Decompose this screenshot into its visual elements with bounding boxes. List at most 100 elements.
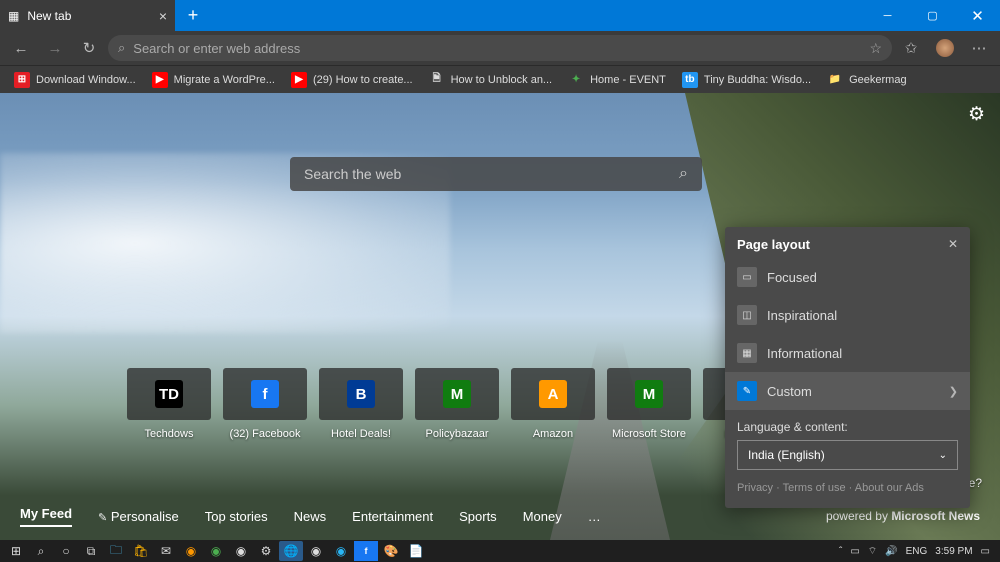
bookmark-item[interactable]: tbTiny Buddha: Wisdo... [676,72,817,88]
feed-tab[interactable]: Entertainment [352,509,433,524]
quick-link-tile[interactable]: AAmazon [511,368,595,440]
bookmark-favicon: ▶ [152,72,168,88]
tray-lang[interactable]: ENG [906,546,928,557]
bookmark-label: Download Window... [36,74,136,86]
quick-links-tiles: TDTechdowsf(32) Facebook B Hotel Deals! MPo… [127,368,787,440]
bookmark-label: (29) How to create... [313,74,413,86]
feed-tab[interactable]: Money [523,509,562,524]
bookmark-item[interactable]: ✦Home - EVENT [562,72,672,88]
bookmark-item[interactable]: 📁 Geekermag [821,72,912,88]
page-settings-button[interactable]: ⚙ [968,103,985,126]
app-icon[interactable]: 🛍 [129,541,153,561]
app-icon[interactable]: ◉ [204,541,228,561]
minimize-button[interactable]: ─ [865,0,910,31]
layout-option-label: Custom [767,384,812,399]
favorites-icon[interactable]: ✩ [896,34,926,62]
tile-label: Amazon [533,428,573,440]
app-icon[interactable]: 📄 [404,541,428,561]
app-icon[interactable]: ✉ [154,541,178,561]
tray-chevron-icon[interactable]: ˆ [839,546,842,557]
app-icon[interactable]: ⚙ [254,541,278,561]
panel-close-button[interactable]: ✕ [948,237,958,252]
close-window-button[interactable]: ✕ [955,0,1000,31]
feed-tab[interactable]: My Feed [20,506,72,527]
language-value: India (English) [748,448,825,462]
quick-link-tile[interactable]: f(32) Facebook [223,368,307,440]
layout-option-focused[interactable]: ▭Focused [725,258,970,296]
title-bar: ▦ New tab × + ─ ▢ ✕ [0,0,1000,31]
ads-link[interactable]: About our Ads [855,482,924,494]
privacy-link[interactable]: Privacy [737,482,773,494]
new-tab-page: ⚙ Search the web ⌕ TDTechdowsf(32) Faceb… [0,93,1000,540]
layout-option-inspirational[interactable]: ◫Inspirational [725,296,970,334]
start-button[interactable]: ⊞ [4,541,28,561]
tile-label: Hotel Deals! [331,428,391,440]
tile-icon: B [347,380,375,408]
language-select[interactable]: India (English) ⌄ [737,440,958,470]
bookmark-label: Geekermag [849,74,906,86]
layout-option-custom[interactable]: ✎Custom❯ [725,372,970,410]
bookmarks-bar: ⊞Download Window...▶Migrate a WordPre...… [0,65,1000,93]
new-tab-button[interactable]: + [175,0,211,31]
quick-link-tile[interactable]: MPolicybazaar [415,368,499,440]
web-search-box[interactable]: Search the web ⌕ [290,157,702,191]
quick-link-tile[interactable]: B Hotel Deals! [319,368,403,440]
refresh-button[interactable]: ↻ [74,34,104,62]
feed-more-button[interactable]: … [588,509,601,524]
volume-icon[interactable]: 🔊 [885,546,897,557]
tab-favicon: ▦ [8,9,19,23]
tray-time[interactable]: 3:59 PM [935,546,972,557]
cortana-icon[interactable]: ○ [54,541,78,561]
feed-tab[interactable]: Top stories [205,509,268,524]
layout-option-label: Informational [767,346,842,361]
layout-option-label: Focused [767,270,817,285]
edit-icon: ✎ [98,512,107,524]
wifi-icon[interactable]: ⌔ [868,545,877,558]
favorite-star-icon[interactable]: ☆ [869,40,882,57]
feed-tab[interactable]: ✎ Personalise [98,509,179,524]
layout-option-informational[interactable]: ▦Informational [725,334,970,372]
layout-option-label: Inspirational [767,308,837,323]
tile-box: f [223,368,307,420]
quick-link-tile[interactable]: TDTechdows [127,368,211,440]
browser-tab[interactable]: ▦ New tab × [0,0,175,31]
forward-button[interactable]: → [40,34,70,62]
app-icon[interactable]: 🎨 [379,541,403,561]
menu-button[interactable]: ⋯ [964,34,994,62]
bookmark-item[interactable]: ▶(29) How to create... [285,72,419,88]
address-bar[interactable]: ⌕ Search or enter web address ☆ [108,35,892,61]
app-icon[interactable]: ◉ [304,541,328,561]
feed-tab[interactable]: Sports [459,509,497,524]
quick-link-tile[interactable]: M Microsoft Store [607,368,691,440]
avatar-icon [936,39,954,57]
taskview-icon[interactable]: ⧉ [79,541,103,561]
maximize-button[interactable]: ▢ [910,0,955,31]
browser-toolbar: ← → ↻ ⌕ Search or enter web address ☆ ✩ … [0,31,1000,65]
tile-label: Microsoft Store [612,428,686,440]
bookmark-item[interactable]: ▶Migrate a WordPre... [146,72,281,88]
close-tab-icon[interactable]: × [159,8,167,24]
bookmark-item[interactable]: ⊞Download Window... [8,72,142,88]
tile-box: M [607,368,691,420]
bookmark-label: Home - EVENT [590,74,666,86]
bookmark-item[interactable]: 🗎How to Unblock an... [423,72,559,88]
bookmark-favicon: 📁 [827,72,843,88]
app-icon[interactable]: f [354,541,378,561]
app-icon[interactable]: 🌐 [279,541,303,561]
terms-link[interactable]: Terms of use [783,482,846,494]
tile-box: TD [127,368,211,420]
back-button[interactable]: ← [6,34,36,62]
app-icon[interactable]: ◉ [229,541,253,561]
chevron-down-icon: ⌄ [939,450,947,461]
search-icon: ⌕ [118,40,125,56]
system-tray: ˆ ▭ ⌔ 🔊 ENG 3:59 PM ▭ [839,545,996,558]
app-icon[interactable]: 🗀 [104,541,128,561]
feed-tab[interactable]: News [294,509,327,524]
search-taskbar-icon[interactable]: ⌕ [29,541,53,561]
app-icon[interactable]: ◉ [179,541,203,561]
notifications-icon[interactable]: ▭ [981,546,990,557]
app-icon[interactable]: ◉ [329,541,353,561]
profile-button[interactable] [930,34,960,62]
battery-icon[interactable]: ▭ [850,546,859,557]
search-icon[interactable]: ⌕ [679,165,688,183]
